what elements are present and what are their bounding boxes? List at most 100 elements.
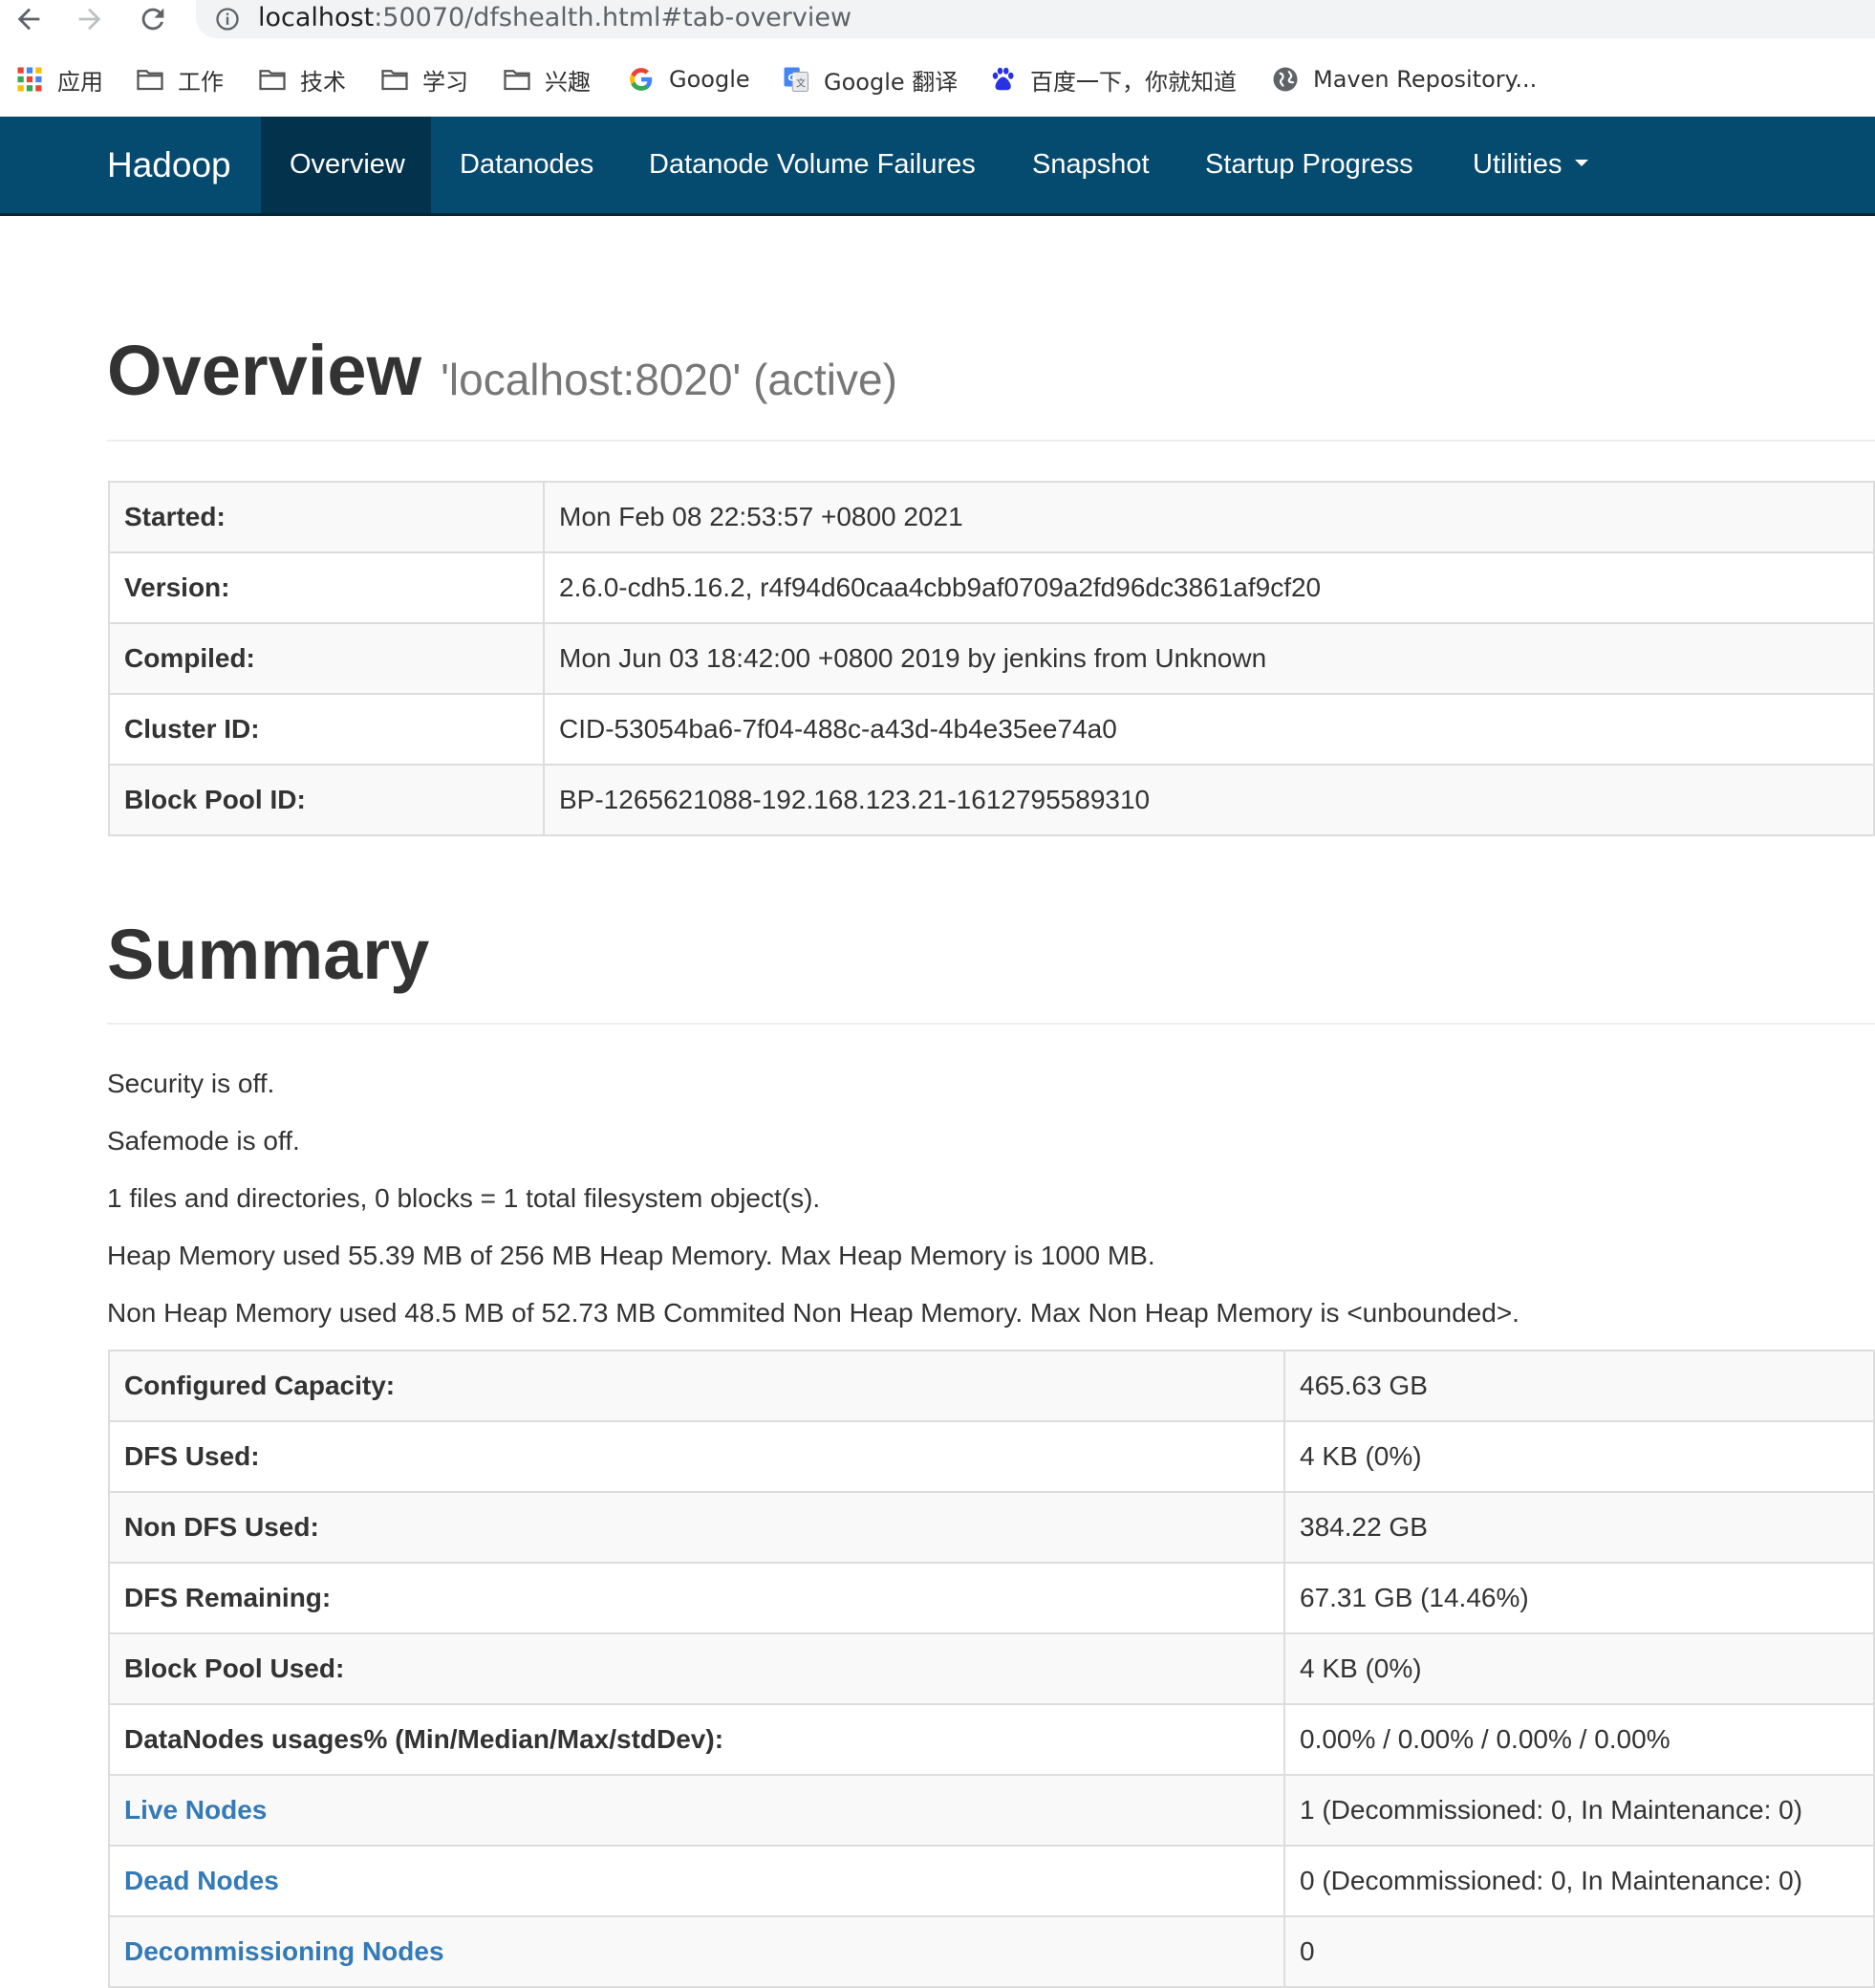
table-row: DFS Used: 4 KB (0%) — [108, 1420, 1875, 1493]
bookmark-folder-tech[interactable]: 技术 — [258, 63, 346, 96]
table-row: Decommissioning Nodes 0 — [108, 1915, 1875, 1988]
bookmark-label: Google 翻译 — [824, 68, 959, 96]
row-value: 2.6.0-cdh5.16.2, r4f94d60caa4cbb9af0709a… — [543, 551, 1875, 624]
summary-line-filesystem-objects: 1 files and directories, 0 blocks = 1 to… — [107, 1183, 821, 1213]
row-value: 0 (Decommissioned: 0, In Maintenance: 0) — [1283, 1845, 1875, 1917]
overview-header: Overview 'localhost:8020' (active) — [107, 330, 897, 411]
nav-tab-datanode-volume-failures[interactable]: Datanode Volume Failures — [620, 117, 1004, 213]
summary-line-non-heap-memory: Non Heap Memory used 48.5 MB of 52.73 MB… — [107, 1298, 1519, 1328]
row-label: Cluster ID: — [108, 693, 545, 766]
row-link[interactable]: Live Nodes — [124, 1795, 267, 1825]
url-host: localhost — [258, 3, 375, 32]
overview-title: Overview 'localhost:8020' (active) — [107, 331, 897, 410]
bookmark-folder-work[interactable]: 工作 — [136, 63, 224, 96]
nav-utilities-label: Utilities — [1473, 149, 1562, 180]
bookmark-folder-study[interactable]: 学习 — [380, 63, 468, 96]
overview-title-text: Overview — [107, 331, 422, 410]
google-translate-icon: G 文 — [784, 67, 808, 92]
row-value: CID-53054ba6-7f04-488c-a43d-4b4e35ee74a0 — [543, 693, 1875, 766]
forward-arrow-icon — [78, 8, 101, 31]
summary-title: Summary — [107, 915, 430, 994]
brand-logo-text[interactable]: Hadoop — [107, 117, 231, 213]
row-label: Version: — [108, 551, 545, 624]
overview-subtitle: 'localhost:8020' (active) — [441, 355, 897, 404]
back-button[interactable] — [11, 2, 46, 36]
bookmark-maven[interactable]: Maven Repository... — [1271, 63, 1537, 96]
nav-tab-startup-progress[interactable]: Startup Progress — [1176, 117, 1442, 213]
nav-tab-datanodes[interactable]: Datanodes — [431, 117, 622, 213]
folder-icon — [504, 70, 530, 91]
row-value: 0.00% / 0.00% / 0.00% / 0.00% — [1283, 1703, 1875, 1776]
row-link[interactable]: Decommissioning Nodes — [124, 1936, 444, 1966]
info-icon[interactable] — [214, 6, 241, 32]
table-row: DFS Remaining: 67.31 GB (14.46%) — [108, 1562, 1875, 1634]
nav-dropdown-utilities[interactable]: Utilities — [1444, 117, 1617, 213]
row-label: Block Pool Used: — [108, 1632, 1285, 1705]
table-row: Version: 2.6.0-cdh5.16.2, r4f94d60caa4cbb… — [108, 551, 1875, 624]
nav-tab-snapshot[interactable]: Snapshot — [1003, 117, 1178, 213]
caret-down-icon — [1575, 159, 1589, 166]
summary-header: Summary — [107, 914, 429, 995]
reload-button[interactable] — [136, 2, 170, 36]
baidu-paw-icon — [992, 67, 1014, 91]
bookmark-folder-hobby[interactable]: 兴趣 — [503, 63, 591, 96]
summary-line-safemode: Safemode is off. — [107, 1126, 300, 1156]
back-arrow-icon — [17, 8, 40, 31]
browser-address-bar: localhost:50070/dfshealth.html#tab-overv… — [0, 0, 1875, 38]
svg-text:G: G — [787, 73, 795, 83]
bookmark-label: Maven Repository... — [1313, 66, 1538, 93]
bookmark-label: 兴趣 — [545, 68, 591, 96]
row-label: DataNodes usages% (Min/Median/Max/stdDev… — [108, 1703, 1285, 1776]
table-row: Started: Mon Feb 08 22:53:57 +0800 2021 — [108, 481, 1875, 553]
row-value: Mon Feb 08 22:53:57 +0800 2021 — [543, 481, 1875, 553]
overview-table: Started: Mon Feb 08 22:53:57 +0800 2021 Ve… — [108, 481, 1875, 836]
row-value: 0 — [1283, 1915, 1875, 1988]
row-value: 384.22 GB — [1283, 1491, 1875, 1564]
row-label: Configured Capacity: — [108, 1350, 1285, 1422]
bookmark-label: 应用 — [57, 68, 103, 96]
summary-table: Configured Capacity: 465.63 GB DFS Used: 4 … — [108, 1350, 1875, 1988]
row-label: Live Nodes — [108, 1774, 1285, 1847]
url-text[interactable]: localhost:50070/dfshealth.html#tab-overv… — [258, 2, 851, 34]
table-row: Compiled: Mon Jun 03 18:42:00 +0800 2019 … — [108, 622, 1875, 695]
google-icon — [630, 68, 653, 91]
table-row: Block Pool Used: 4 KB (0%) — [108, 1632, 1875, 1705]
row-label: Decommissioning Nodes — [108, 1915, 1285, 1988]
bookmark-label: 学习 — [422, 68, 468, 96]
row-label: Compiled: — [108, 622, 545, 695]
bookmark-baidu[interactable]: 百度一下，你就知道 — [988, 63, 1237, 96]
bookmark-google[interactable]: Google — [627, 63, 750, 96]
bookmark-label: 工作 — [178, 68, 224, 96]
row-label: DFS Remaining: — [108, 1562, 1285, 1634]
folder-icon — [137, 70, 163, 91]
table-row: Cluster ID: CID-53054ba6-7f04-488c-a43d-4… — [108, 693, 1875, 766]
table-row: Configured Capacity: 465.63 GB — [108, 1350, 1875, 1422]
row-link[interactable]: Dead Nodes — [124, 1866, 279, 1895]
divider — [107, 1023, 1875, 1025]
bookmark-label: 百度一下，你就知道 — [1030, 68, 1237, 96]
summary-line-heap-memory: Heap Memory used 55.39 MB of 256 MB Heap… — [107, 1241, 1155, 1270]
bookmark-apps[interactable]: 应用 — [15, 63, 103, 96]
nav-tab-overview[interactable]: Overview — [261, 117, 431, 213]
divider — [107, 440, 1875, 442]
row-value: 67.31 GB (14.46%) — [1283, 1562, 1875, 1634]
bookmark-google-translate[interactable]: G 文 Google 翻译 — [782, 63, 958, 96]
bookmark-label: Google — [669, 66, 750, 93]
reload-icon — [141, 8, 164, 31]
bookmark-label: 技术 — [300, 68, 346, 96]
forward-button[interactable] — [73, 2, 107, 36]
table-row: DataNodes usages% (Min/Median/Max/stdDev… — [108, 1703, 1875, 1776]
row-value: 4 KB (0%) — [1283, 1420, 1875, 1493]
row-value: Mon Jun 03 18:42:00 +0800 2019 by jenkin… — [543, 622, 1875, 695]
folder-icon — [381, 70, 408, 91]
row-label: Dead Nodes — [108, 1845, 1285, 1917]
row-label: Block Pool ID: — [108, 764, 545, 836]
table-row: Live Nodes 1 (Decommissioned: 0, In Maint… — [108, 1774, 1875, 1847]
table-row: Non DFS Used: 384.22 GB — [108, 1491, 1875, 1564]
apps-grid-icon — [17, 67, 42, 92]
row-label: Started: — [108, 481, 545, 553]
table-row: Dead Nodes 0 (Decommissioned: 0, In Maint… — [108, 1845, 1875, 1917]
summary-line-security: Security is off. — [107, 1069, 275, 1098]
table-row: Block Pool ID: BP-1265621088-192.168.123.… — [108, 764, 1875, 836]
svg-text:文: 文 — [796, 77, 806, 90]
